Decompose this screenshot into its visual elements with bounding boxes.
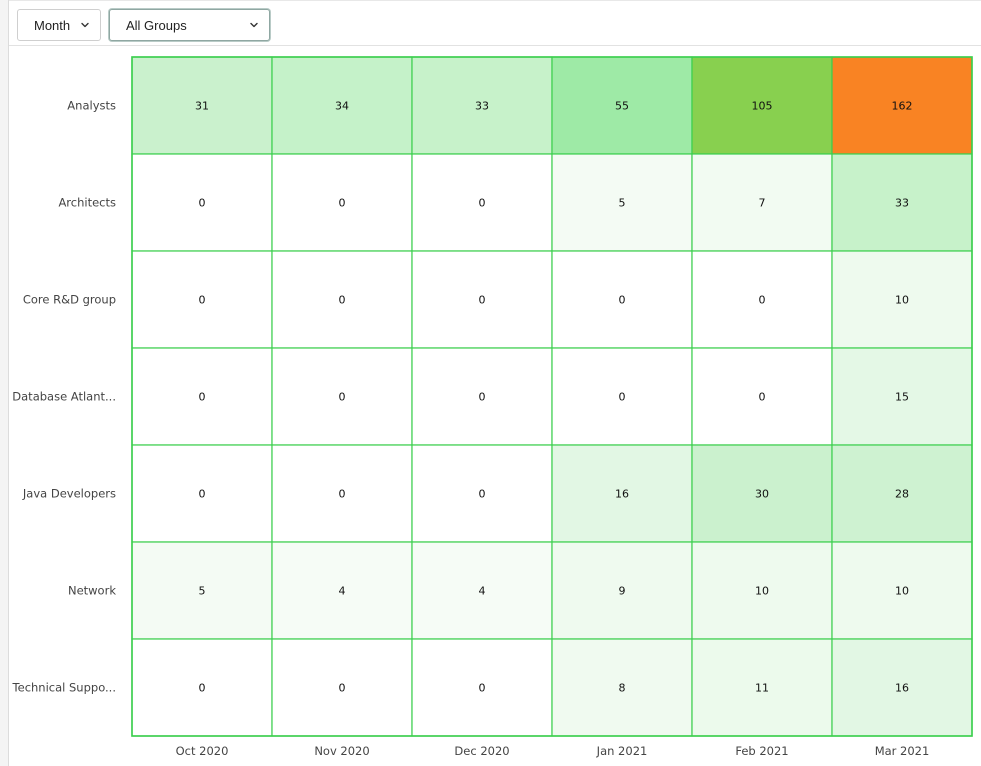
cell-value-label: 33 bbox=[475, 100, 489, 113]
cell-value-label: 0 bbox=[199, 391, 206, 404]
cell-value-label: 5 bbox=[619, 197, 626, 210]
cell-value-label: 30 bbox=[755, 488, 769, 501]
column-label: Mar 2021 bbox=[875, 744, 930, 758]
cell-value-label: 0 bbox=[339, 391, 346, 404]
heatmap-panel: Month All Groups 31 34 33 55 105 162 0 0 0 5 7 33 0 0… bbox=[8, 0, 981, 766]
column-label: Oct 2020 bbox=[176, 744, 229, 758]
cell-value-label: 8 bbox=[619, 682, 626, 695]
cell-value-label: 11 bbox=[755, 682, 769, 695]
cell-value-label: 5 bbox=[199, 585, 206, 598]
cell-value-label: 0 bbox=[199, 682, 206, 695]
cell-value-label: 0 bbox=[479, 294, 486, 307]
cell-value-label: 16 bbox=[615, 488, 629, 501]
row-label: Core R&D group bbox=[23, 293, 116, 307]
column-label: Nov 2020 bbox=[314, 744, 369, 758]
cell-value-label: 55 bbox=[615, 100, 629, 113]
cell-value-label: 0 bbox=[479, 391, 486, 404]
column-label: Dec 2020 bbox=[454, 744, 509, 758]
cell-value-label: 0 bbox=[479, 488, 486, 501]
row-label: Analysts bbox=[67, 99, 116, 113]
cell-value-label: 10 bbox=[895, 294, 909, 307]
row-label: Architects bbox=[58, 196, 116, 210]
cell-value-label: 0 bbox=[339, 488, 346, 501]
cell-value-label: 10 bbox=[895, 585, 909, 598]
row-label: Java Developers bbox=[22, 487, 116, 501]
cell-value-label: 105 bbox=[752, 100, 773, 113]
cell-value-label: 0 bbox=[479, 682, 486, 695]
cell-value-label: 9 bbox=[619, 585, 626, 598]
cell-value-label: 0 bbox=[759, 294, 766, 307]
row-label: Network bbox=[68, 584, 116, 598]
cell-value-label: 31 bbox=[195, 100, 209, 113]
cell-value-label: 4 bbox=[339, 585, 346, 598]
cell-value-label: 0 bbox=[339, 294, 346, 307]
cell-value-label: 10 bbox=[755, 585, 769, 598]
cell-value-label: 15 bbox=[895, 391, 909, 404]
cell-value-label: 0 bbox=[199, 488, 206, 501]
cell-value-label: 33 bbox=[895, 197, 909, 210]
cell-value-label: 0 bbox=[479, 197, 486, 210]
cell-value-label: 4 bbox=[479, 585, 486, 598]
cell-value-label: 0 bbox=[199, 294, 206, 307]
cell-value-label: 0 bbox=[619, 294, 626, 307]
cell-value-label: 7 bbox=[759, 197, 766, 210]
row-label: Database Atlant... bbox=[12, 390, 116, 404]
cell-value-label: 28 bbox=[895, 488, 909, 501]
heatmap-chart: 31 34 33 55 105 1620 0 0 5 7 330 0 0 0 0 100 0 0 0 0 150 0 0 16… bbox=[12, 56, 973, 758]
row-label: Technical Suppo... bbox=[12, 681, 116, 695]
cell-value-label: 0 bbox=[759, 391, 766, 404]
cell-value-label: 0 bbox=[339, 197, 346, 210]
column-label: Jan 2021 bbox=[596, 744, 648, 758]
cell-value-label: 16 bbox=[895, 682, 909, 695]
cell-value-label: 0 bbox=[199, 197, 206, 210]
cell-value-label: 34 bbox=[335, 100, 349, 113]
cell-value-label: 162 bbox=[892, 100, 913, 113]
cell-value-label: 0 bbox=[339, 682, 346, 695]
column-label: Feb 2021 bbox=[735, 744, 788, 758]
cell-value-label: 0 bbox=[619, 391, 626, 404]
